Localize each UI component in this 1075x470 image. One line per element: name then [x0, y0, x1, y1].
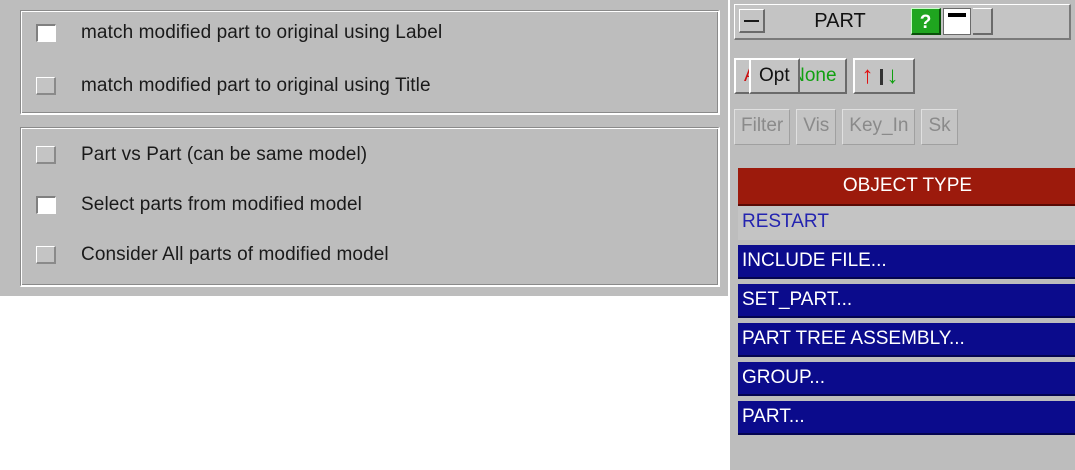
select-modified-option[interactable]: Select parts from modified model — [36, 190, 362, 220]
sort-button[interactable]: ↑ ↓ — [852, 58, 915, 94]
selection-button-row: All None ↑ ↓ Opt — [734, 58, 915, 98]
match-by-title-label: match modified part to original using Ti… — [81, 75, 431, 96]
part-panel-titlebar: PART ? — [734, 4, 1071, 40]
sort-up-icon: ↑ — [861, 62, 874, 89]
list-item-set-part[interactable]: SET_PART... — [738, 284, 1075, 318]
list-item-include-file[interactable]: INCLUDE FILE... — [738, 245, 1075, 279]
selection-options-group: Part vs Part (can be same model) Select … — [20, 127, 720, 287]
vis-button[interactable]: Vis — [796, 109, 837, 145]
match-options-group: match modified part to original using La… — [20, 10, 720, 115]
minimize-icon[interactable] — [739, 9, 765, 33]
sort-down-icon: ↓ — [886, 62, 899, 89]
key-in-button[interactable]: Key_In — [842, 109, 916, 145]
part-vs-part-checkbox[interactable] — [36, 146, 56, 164]
part-vs-part-option[interactable]: Part vs Part (can be same model) — [36, 140, 367, 170]
consider-all-label: Consider All parts of modified model — [81, 244, 389, 265]
consider-all-checkbox[interactable] — [36, 246, 56, 264]
match-by-title-option[interactable]: match modified part to original using Ti… — [36, 71, 431, 101]
select-modified-checkbox[interactable] — [36, 196, 56, 214]
match-by-label-label: match modified part to original using La… — [81, 22, 443, 43]
options-panel: match modified part to original using La… — [0, 0, 728, 296]
match-by-title-checkbox[interactable] — [36, 77, 56, 95]
options-button[interactable]: Opt — [749, 58, 800, 94]
object-type-list: RESTART INCLUDE FILE... SET_PART... PART… — [738, 206, 1075, 440]
match-by-label-checkbox[interactable] — [36, 24, 56, 42]
filter-button-row: Filter Vis Key_In Sk — [734, 109, 958, 149]
sketch-button[interactable]: Sk — [921, 109, 958, 145]
consider-all-option[interactable]: Consider All parts of modified model — [36, 240, 389, 270]
list-item-part-tree-assembly[interactable]: PART TREE ASSEMBLY... — [738, 323, 1075, 357]
filter-button[interactable]: Filter — [734, 109, 791, 145]
titlebar-extra-button[interactable] — [973, 8, 993, 35]
part-selection-panel: PART ? All None ↑ ↓ Opt Filter Vis Key_I… — [728, 0, 1075, 470]
sort-separator-icon — [879, 69, 883, 85]
object-type-header: OBJECT TYPE — [738, 168, 1075, 206]
match-by-label-option[interactable]: match modified part to original using La… — [36, 18, 442, 48]
select-modified-label: Select parts from modified model — [81, 194, 362, 215]
help-button[interactable]: ? — [911, 8, 941, 35]
list-item-part[interactable]: PART... — [738, 401, 1075, 435]
window-bar-icon[interactable] — [943, 8, 971, 35]
list-item-group[interactable]: GROUP... — [738, 362, 1075, 396]
part-vs-part-label: Part vs Part (can be same model) — [81, 144, 368, 165]
part-panel-title: PART — [814, 10, 866, 32]
list-item-restart[interactable]: RESTART — [738, 206, 1075, 240]
